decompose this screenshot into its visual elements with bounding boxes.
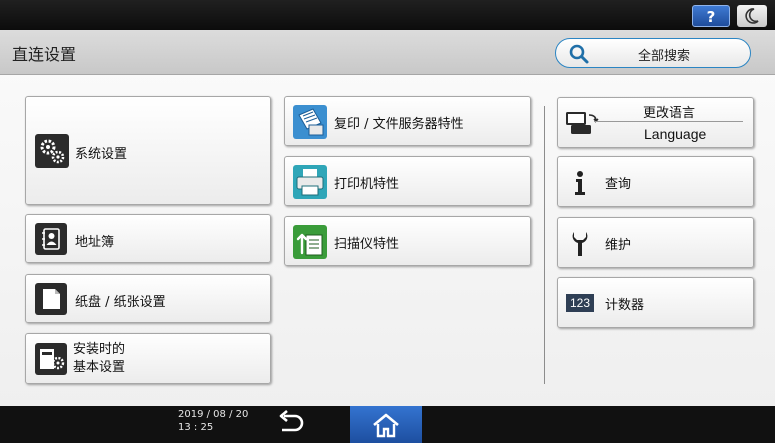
scanner-features-label: 扫描仪特性 xyxy=(334,237,400,252)
change-language-tile[interactable]: 更改语言 Language xyxy=(557,97,754,148)
magnifier-icon xyxy=(569,44,589,64)
back-button[interactable] xyxy=(276,410,306,440)
inquiry-tile[interactable]: 查询 xyxy=(557,156,754,207)
paper-tray-icon xyxy=(35,283,67,315)
address-book-tile[interactable]: 地址簿 xyxy=(25,214,271,263)
address-book-icon xyxy=(35,223,67,255)
change-language-label: 更改语言 xyxy=(643,106,696,121)
language-label: Language xyxy=(644,126,707,142)
moon-icon xyxy=(745,8,759,24)
language-switch-icon xyxy=(566,112,599,134)
column-divider xyxy=(544,106,545,384)
printer-icon xyxy=(293,165,327,199)
language-divider xyxy=(594,121,743,122)
top-status-bar xyxy=(0,0,775,30)
tray-paper-settings-label: 纸盘 / 纸张设置 xyxy=(75,295,166,310)
maintenance-label: 维护 xyxy=(605,238,632,253)
info-icon xyxy=(575,171,585,195)
search-all-button[interactable]: 全部搜索 xyxy=(555,38,751,68)
page-title: 直连设置 xyxy=(12,45,77,64)
printer-features-label: 打印机特性 xyxy=(334,177,400,192)
copier-document-server-features-tile[interactable]: 复印 / 文件服务器特性 xyxy=(284,96,531,146)
help-button[interactable]: ? xyxy=(692,5,730,27)
time-text: 13 : 25 xyxy=(178,422,214,433)
install-basic-settings-tile[interactable]: 安装时的 基本设置 xyxy=(25,333,271,384)
counter-label: 计数器 xyxy=(605,298,645,313)
maintenance-tile[interactable]: 维护 xyxy=(557,217,754,268)
counter-icon: 123 xyxy=(566,294,594,312)
tray-paper-settings-tile[interactable]: 纸盘 / 纸张设置 xyxy=(25,274,271,323)
copier-icon xyxy=(293,105,327,139)
title-bar: 直连设置 全部搜索 xyxy=(0,30,775,75)
scanner-features-tile[interactable]: 扫描仪特性 xyxy=(284,216,531,266)
gears-icon xyxy=(35,134,69,168)
inquiry-label: 查询 xyxy=(605,177,632,192)
scanner-icon xyxy=(293,225,327,259)
energy-saver-button[interactable] xyxy=(737,5,767,27)
date-text: 2019 / 08 / 20 xyxy=(178,409,249,420)
printer-features-tile[interactable]: 打印机特性 xyxy=(284,156,531,206)
home-icon xyxy=(373,413,399,437)
install-basic-settings-label-line1: 安装时的 xyxy=(73,342,126,357)
machine-settings-icon xyxy=(35,343,67,375)
search-all-label: 全部搜索 xyxy=(638,49,691,64)
system-settings-tile[interactable]: 系统设置 xyxy=(25,96,271,205)
install-basic-settings-label-line2: 基本设置 xyxy=(73,360,126,375)
back-arrow-icon xyxy=(279,410,304,432)
main-screen: 直连设置 全部搜索 系统设置 地址簿 纸盘 / 纸张设置 安装时的 基本设置 复… xyxy=(0,30,775,406)
copier-document-server-features-label: 复印 / 文件服务器特性 xyxy=(334,117,464,132)
wrench-icon xyxy=(572,232,588,256)
date-time-display: 2019 / 08 / 20 13 : 25 xyxy=(178,408,248,434)
counter-tile[interactable]: 123 计数器 xyxy=(557,277,754,328)
address-book-label: 地址簿 xyxy=(75,235,115,250)
home-button[interactable] xyxy=(350,406,422,443)
system-settings-label: 系统设置 xyxy=(75,147,128,162)
